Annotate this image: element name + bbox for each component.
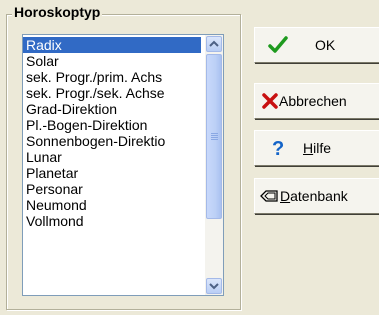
list-item[interactable]: sek. Progr./sek. Achse: [23, 85, 201, 101]
scroll-down-button[interactable]: [206, 278, 222, 294]
chevron-up-icon: [209, 40, 219, 47]
svg-text:?: ?: [272, 138, 284, 158]
list-item[interactable]: Vollmond: [23, 213, 201, 229]
checkmark-icon: [268, 36, 288, 54]
ok-button[interactable]: OK: [254, 27, 379, 63]
list: Radix Solar sek. Progr./prim. Achs sek. …: [23, 37, 201, 229]
group-title: Horoskoptyp: [12, 4, 103, 20]
cancel-button[interactable]: Abbrechen: [254, 83, 379, 119]
list-item[interactable]: Sonnenbogen-Direktio: [23, 133, 201, 149]
list-item[interactable]: Solar: [23, 53, 201, 69]
database-label: Datenbank: [280, 188, 348, 204]
x-icon: [262, 93, 278, 109]
database-button[interactable]: Datenbank: [254, 178, 379, 214]
cancel-label: Abbrechen: [279, 93, 347, 109]
ok-label: OK: [315, 37, 336, 53]
list-item[interactable]: sek. Progr./prim. Achs: [23, 69, 201, 85]
question-icon: ?: [271, 138, 285, 158]
list-item[interactable]: Lunar: [23, 149, 201, 165]
help-label: Hilfe: [303, 140, 332, 156]
horoscope-type-dialog: Horoskoptyp Radix Solar sek. Progr./prim…: [0, 0, 379, 315]
scroll-up-button[interactable]: [206, 36, 222, 52]
list-item[interactable]: Pl.-Bogen-Direktion: [23, 117, 201, 133]
horoscope-type-listbox[interactable]: Radix Solar sek. Progr./prim. Achs sek. …: [22, 34, 224, 296]
list-item[interactable]: Grad-Direktion: [23, 101, 201, 117]
list-item[interactable]: Neumond: [23, 197, 201, 213]
list-item[interactable]: Planetar: [23, 165, 201, 181]
tag-icon: [259, 188, 279, 204]
vertical-scrollbar[interactable]: [205, 35, 223, 295]
grip-icon: [211, 133, 218, 141]
list-item[interactable]: Radix: [23, 37, 201, 53]
scrollbar-thumb[interactable]: [206, 54, 222, 219]
help-button[interactable]: ? Hilfe: [254, 130, 379, 166]
chevron-down-icon: [209, 283, 219, 290]
list-item[interactable]: Personar: [23, 181, 201, 197]
